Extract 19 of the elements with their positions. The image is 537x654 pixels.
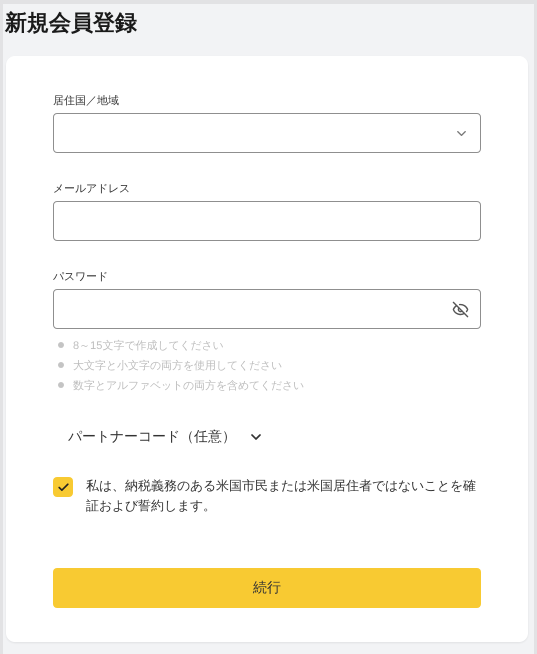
page-title: 新規会員登録 bbox=[4, 9, 138, 37]
password-rule: 数字とアルファベットの両方を含めてください bbox=[73, 378, 304, 392]
check-icon bbox=[56, 480, 70, 494]
bullet-icon bbox=[58, 362, 64, 368]
field-label: パスワード bbox=[53, 270, 109, 284]
field-label: メールアドレス bbox=[53, 182, 131, 196]
field-label: 居住国／地域 bbox=[53, 94, 120, 108]
password-rule: 8～15文字で作成してください bbox=[73, 338, 224, 352]
agreement-checkbox[interactable] bbox=[53, 477, 73, 497]
bullet-icon bbox=[58, 382, 64, 388]
input-field[interactable] bbox=[53, 289, 481, 329]
password-rule: 大文字と小文字の両方を使用してください bbox=[73, 358, 282, 372]
partner-code-toggle[interactable]: パートナーコード（任意） bbox=[53, 427, 264, 447]
continue-button[interactable]: 続行 bbox=[53, 568, 481, 608]
select-field[interactable] bbox=[53, 113, 481, 153]
bullet-icon bbox=[58, 342, 64, 348]
input-field[interactable] bbox=[53, 201, 481, 241]
eye-slash-icon[interactable] bbox=[452, 300, 469, 318]
agreement-text: 私は、納税義務のある米国市民または米国居住者ではないことを確証および誓約します。 bbox=[86, 477, 477, 515]
